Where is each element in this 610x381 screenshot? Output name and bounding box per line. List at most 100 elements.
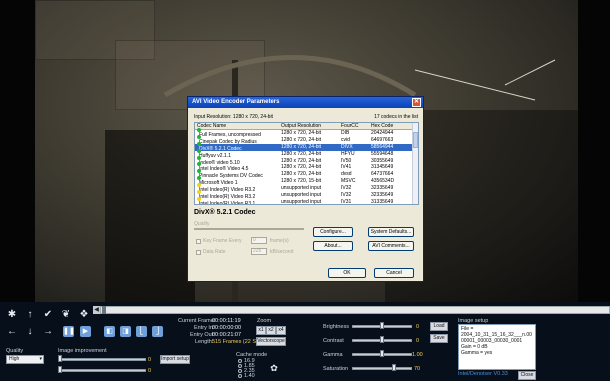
- dialog-title: AVI Video Encoder Parameters: [192, 99, 280, 105]
- codec-rows: Full Frames, uncompressed 1280 x 720, 24-…: [195, 127, 418, 205]
- timeline-track[interactable]: [100, 306, 610, 314]
- play-icon[interactable]: ▶: [80, 326, 91, 337]
- close-button[interactable]: Close: [518, 371, 536, 380]
- selected-codec-name: DivX® 5.2.1 Codec: [194, 209, 256, 216]
- timeline-thumb[interactable]: [102, 306, 106, 314]
- avi-encoder-dialog: AVI Video Encoder Parameters ✕ Input Res…: [187, 96, 424, 282]
- load-button[interactable]: Load: [430, 322, 448, 331]
- quality-select-value: High: [9, 356, 20, 362]
- scrollbar-thumb[interactable]: [413, 132, 418, 148]
- system-defaults-button[interactable]: System Defaults...: [368, 227, 414, 237]
- improvement-slider-1[interactable]: [58, 358, 146, 361]
- codec-row[interactable]: Intel Indeo(R) Video R3.1 unsupported inp…: [195, 196, 418, 205]
- arrow-down-icon[interactable]: ↓: [24, 326, 36, 338]
- timeline-left-arrow-icon[interactable]: ◀: [93, 306, 100, 314]
- radio-icon: [238, 358, 242, 363]
- entry-in-value: 00:00:00:00: [212, 325, 242, 331]
- column-header[interactable]: Hex Code: [369, 123, 411, 129]
- improvement-thumb-2[interactable]: [58, 366, 62, 373]
- input-info: Input Resolution: 1280 x 720, 24-bit 17 …: [194, 114, 418, 122]
- key-frame-checkbox[interactable]: [196, 238, 201, 244]
- cancel-button[interactable]: Cancel: [374, 268, 414, 278]
- saturation-slider[interactable]: [352, 367, 412, 370]
- contrast-value: 0: [416, 338, 420, 344]
- avi-comments-button[interactable]: AVI Comments...: [368, 241, 414, 251]
- improvement-thumb-1[interactable]: [58, 355, 62, 362]
- data-rate-unit: kB/second: [270, 249, 294, 255]
- pause-icon[interactable]: ❚❚: [63, 326, 75, 337]
- contrast-label: Contrast: [323, 338, 344, 344]
- column-header[interactable]: FourCC: [339, 123, 369, 129]
- contrast-thumb[interactable]: [380, 336, 384, 343]
- codec-res-cell: unsupported input: [281, 198, 322, 205]
- import-setup-button[interactable]: Import setup: [160, 355, 190, 364]
- key-frame-option[interactable]: Key Frame Every: [196, 238, 242, 244]
- improvement-value-1: 0: [148, 357, 152, 363]
- zoom-x4-button[interactable]: x4: [276, 326, 286, 335]
- image-setup-text[interactable]: File = 2004_10_31_15_16_32___n.00 00001_…: [458, 324, 536, 370]
- save-button[interactable]: Save: [430, 334, 448, 343]
- input-resolution: Input Resolution: 1280 x 720, 24-bit: [194, 114, 273, 120]
- mark-out-icon[interactable]: ◨: [120, 326, 131, 337]
- timeline[interactable]: ◀: [0, 305, 610, 315]
- current-frame-value: 00:00:11:19: [212, 318, 241, 324]
- codec-name: Intel Indeo(R) Video R3.1: [199, 200, 256, 205]
- gamma-value: 1.00: [412, 352, 423, 358]
- improvement-value-2: 0: [148, 368, 152, 374]
- ok-button[interactable]: OK: [328, 268, 366, 278]
- improvement-slider-2[interactable]: [58, 369, 146, 372]
- column-header[interactable]: Output Resolution: [279, 123, 339, 129]
- cache-option[interactable]: 1.40: [238, 373, 255, 379]
- footer-text: Intel/Denoiser V0.33: [458, 371, 508, 377]
- settings-icon[interactable]: ✿: [268, 362, 280, 374]
- brightness-value: 0: [416, 324, 420, 330]
- image-improvement-label: Image improvement: [58, 348, 107, 354]
- goto-out-icon[interactable]: ⎦: [152, 326, 163, 337]
- codec-fourcc-cell: IV31: [341, 198, 352, 205]
- arrow-up-icon[interactable]: ↑: [24, 309, 36, 321]
- quality-select[interactable]: High ▾: [6, 355, 44, 364]
- data-rate-option[interactable]: Data Rate: [196, 249, 226, 255]
- cache-option-label: 1.40: [244, 373, 255, 379]
- configure-button[interactable]: Configure...: [313, 227, 353, 237]
- gamma-thumb[interactable]: [380, 350, 384, 357]
- arrow-right-icon[interactable]: →: [42, 326, 54, 338]
- zoom-x1-button[interactable]: x1: [256, 326, 266, 335]
- codec-hex-cell: 31335649: [371, 198, 394, 205]
- key-frame-input[interactable]: 0: [251, 237, 267, 244]
- saturation-label: Saturation: [323, 366, 349, 372]
- saturation-value: 70: [414, 366, 421, 372]
- codec-list[interactable]: Codec Name Output Resolution FourCC Hex …: [194, 122, 419, 205]
- radio-icon: [238, 363, 242, 368]
- key-frame-unit: frame(s): [270, 238, 289, 244]
- length-label: Length:: [195, 339, 214, 345]
- goto-in-icon[interactable]: ⎣: [136, 326, 147, 337]
- data-rate-checkbox[interactable]: [196, 249, 201, 255]
- data-rate-input[interactable]: 225: [251, 248, 267, 255]
- brightness-label: Brightness: [323, 324, 349, 330]
- vectorscope-button[interactable]: Vectorscope: [256, 337, 286, 346]
- quality-label: Quality: [194, 221, 210, 227]
- entry-out-value: 00:00:21:07: [212, 332, 242, 338]
- arrow-left-icon[interactable]: ←: [6, 326, 18, 338]
- quality-slider[interactable]: [194, 228, 304, 230]
- list-scrollbar[interactable]: [412, 123, 418, 204]
- tool-bird-icon[interactable]: ❦: [60, 309, 72, 321]
- chevron-down-icon: ▾: [39, 356, 42, 362]
- key-frame-label: Key Frame Every: [203, 238, 242, 244]
- mark-in-icon[interactable]: ◧: [104, 326, 115, 337]
- dialog-title-bar[interactable]: AVI Video Encoder Parameters ✕: [188, 97, 423, 108]
- checkmark-icon[interactable]: ✔: [42, 309, 54, 321]
- quality-label: Quality: [6, 348, 24, 354]
- tool-shape-icon[interactable]: ❖: [78, 309, 90, 321]
- radio-icon: [238, 373, 242, 378]
- setup-line: Gamma = yes: [461, 350, 493, 356]
- gamma-label: Gamma: [323, 352, 343, 358]
- tool-crab-icon[interactable]: ✱: [6, 309, 18, 321]
- brightness-thumb[interactable]: [380, 322, 384, 329]
- saturation-thumb[interactable]: [392, 364, 396, 371]
- close-icon[interactable]: ✕: [412, 98, 421, 107]
- zoom-x2-button[interactable]: x2: [266, 326, 276, 335]
- about-button[interactable]: About...: [313, 241, 353, 251]
- radio-icon: [238, 368, 242, 373]
